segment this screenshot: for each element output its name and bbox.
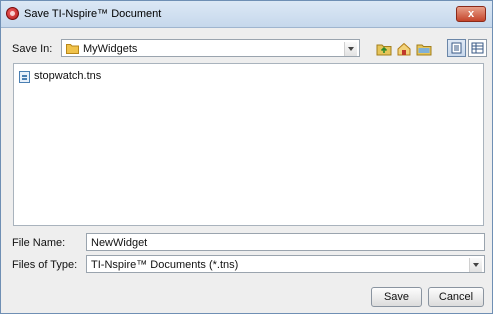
save-button[interactable]: Save xyxy=(371,287,422,307)
file-name-input[interactable]: NewWidget xyxy=(86,233,485,251)
files-of-type-combo[interactable]: TI-Nspire™ Documents (*.tns) xyxy=(86,255,485,273)
title-bar: Save TI-Nspire™ Document x xyxy=(1,1,492,28)
cancel-button[interactable]: Cancel xyxy=(428,287,484,307)
chevron-down-icon[interactable] xyxy=(469,258,482,272)
save-dialog: Save TI-Nspire™ Document x Save In: MyWi… xyxy=(0,0,493,314)
save-in-label: Save In: xyxy=(12,43,53,55)
up-folder-icon[interactable] xyxy=(376,42,392,56)
files-of-type-label: Files of Type: xyxy=(12,259,78,271)
new-folder-icon[interactable] xyxy=(416,42,432,56)
ti-nspire-icon xyxy=(6,7,19,20)
list-view-icon xyxy=(451,42,462,54)
file-name-value: NewWidget xyxy=(91,237,148,249)
tns-file-icon xyxy=(19,71,30,83)
close-button[interactable]: x xyxy=(456,6,486,22)
file-name-label: File Name: xyxy=(12,237,66,249)
list-view-button[interactable] xyxy=(447,39,466,57)
home-icon[interactable] xyxy=(396,42,412,56)
details-view-icon xyxy=(471,42,484,54)
chevron-down-icon[interactable] xyxy=(344,42,357,56)
folder-icon xyxy=(66,44,79,54)
file-list[interactable]: stopwatch.tns xyxy=(13,63,484,226)
save-in-combo[interactable]: MyWidgets xyxy=(61,39,360,57)
save-in-value: MyWidgets xyxy=(83,43,138,55)
dialog-title: Save TI-Nspire™ Document xyxy=(24,8,162,20)
files-of-type-value: TI-Nspire™ Documents (*.tns) xyxy=(91,259,239,271)
details-view-button[interactable] xyxy=(468,39,487,57)
file-name: stopwatch.tns xyxy=(34,70,102,82)
